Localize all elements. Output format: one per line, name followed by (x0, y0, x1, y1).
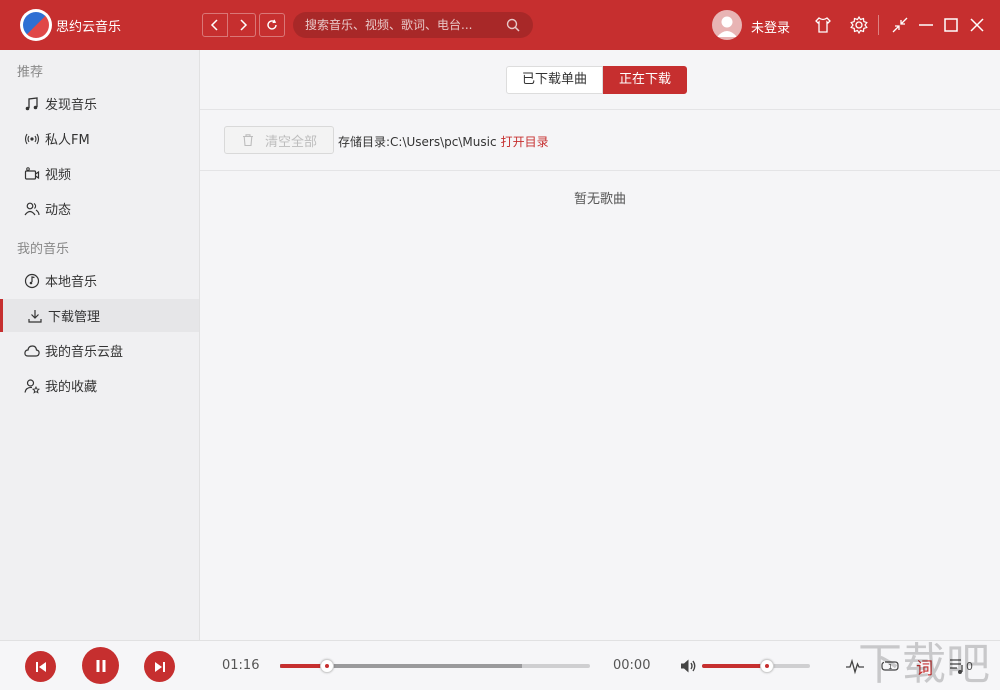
pause-icon (94, 659, 108, 673)
clear-all-label: 清空全部 (265, 131, 317, 150)
sidebar-item-video[interactable]: 视频 (0, 157, 199, 190)
refresh-button[interactable] (259, 13, 285, 37)
volume-icon[interactable] (679, 656, 699, 676)
sidebar-item-label: 下载管理 (48, 306, 100, 325)
volume-handle[interactable] (760, 659, 774, 673)
playlist-count: 0 (966, 660, 973, 673)
download-icon (27, 308, 43, 324)
sidebar-item-feed[interactable]: 动态 (0, 192, 199, 225)
progress-handle[interactable] (320, 659, 334, 673)
empty-message: 暂无歌曲 (200, 188, 1000, 207)
sidebar-item-fm[interactable]: 私人FM (0, 122, 199, 155)
download-tabs: 已下载单曲 正在下载 (506, 66, 687, 94)
maximize-icon[interactable] (941, 15, 961, 35)
divider (200, 170, 1000, 171)
trash-icon (241, 133, 255, 147)
lyrics-button[interactable]: 词 (916, 654, 933, 679)
next-button[interactable] (144, 651, 175, 682)
sidebar-item-label: 视频 (45, 164, 71, 183)
sidebar-item-label: 私人FM (45, 129, 90, 148)
video-icon (24, 166, 40, 182)
friends-icon (24, 201, 40, 217)
refresh-icon (266, 19, 278, 31)
radio-icon (24, 131, 40, 147)
storage-path: 存储目录:C:\Users\pc\Music 打开目录 (338, 133, 549, 150)
mini-mode-icon[interactable] (890, 15, 910, 35)
music-note-icon (24, 96, 40, 112)
pause-button[interactable] (82, 647, 119, 684)
disc-icon (24, 273, 40, 289)
title-bar: 思约云音乐 搜索音乐、视频、歌词、电台... 未登录 (0, 0, 1000, 50)
cloud-icon (24, 343, 40, 359)
skin-icon[interactable] (813, 15, 833, 35)
progress-slider[interactable] (280, 664, 590, 668)
section-title-recommend: 推荐 (17, 61, 43, 80)
next-icon (154, 661, 166, 673)
volume-slider[interactable] (702, 664, 810, 668)
app-logo (20, 9, 52, 41)
current-time: 01:16 (222, 658, 259, 673)
sound-effect-icon[interactable] (845, 656, 865, 676)
sidebar-item-local-music[interactable]: 本地音乐 (0, 264, 199, 297)
avatar[interactable] (712, 10, 742, 40)
svg-text:1: 1 (888, 663, 892, 671)
minimize-icon[interactable] (916, 15, 936, 35)
main-panel: 已下载单曲 正在下载 清空全部 存储目录:C:\Users\pc\Music 打开… (200, 50, 1000, 640)
total-time: 00:00 (613, 658, 650, 673)
repeat-one-icon[interactable]: 1 (880, 656, 900, 676)
sidebar-item-label: 动态 (45, 199, 71, 218)
sidebar-item-favorites[interactable]: 我的收藏 (0, 369, 199, 402)
login-link[interactable]: 未登录 (751, 17, 790, 36)
back-button[interactable] (202, 13, 228, 37)
sidebar-item-label: 本地音乐 (45, 271, 97, 290)
search-input[interactable]: 搜索音乐、视频、歌词、电台... (293, 12, 533, 38)
previous-icon (35, 661, 47, 673)
storage-label: 存储目录:C:\Users\pc\Music (338, 135, 497, 149)
previous-button[interactable] (25, 651, 56, 682)
close-icon[interactable] (967, 15, 987, 35)
forward-button[interactable] (230, 13, 256, 37)
open-directory-link[interactable]: 打开目录 (501, 135, 549, 149)
tab-downloaded[interactable]: 已下载单曲 (506, 66, 603, 94)
sidebar-item-label: 我的音乐云盘 (45, 341, 123, 360)
sidebar: 推荐 发现音乐 私人FM 视频 动态 我的音乐 本地音乐 下载管理 我的音乐云盘… (0, 50, 200, 640)
chevron-right-icon (237, 19, 249, 31)
tab-downloading[interactable]: 正在下载 (603, 66, 687, 94)
sidebar-item-discover[interactable]: 发现音乐 (0, 87, 199, 120)
chevron-left-icon (209, 19, 221, 31)
sidebar-item-label: 发现音乐 (45, 94, 97, 113)
app-title: 思约云音乐 (56, 16, 121, 35)
sidebar-item-label: 我的收藏 (45, 376, 97, 395)
playlist-icon[interactable] (948, 656, 968, 676)
gear-icon[interactable] (849, 15, 869, 35)
divider (200, 109, 1000, 110)
clear-all-button[interactable]: 清空全部 (224, 126, 334, 154)
sidebar-item-downloads[interactable]: 下载管理 (0, 299, 199, 332)
section-title-my-music: 我的音乐 (17, 238, 69, 257)
player-bar: 01:16 00:00 1 词 0 (0, 640, 1000, 690)
favorite-user-icon (24, 378, 40, 394)
search-icon[interactable] (505, 17, 521, 33)
sidebar-item-cloud[interactable]: 我的音乐云盘 (0, 334, 199, 367)
divider (878, 15, 879, 35)
